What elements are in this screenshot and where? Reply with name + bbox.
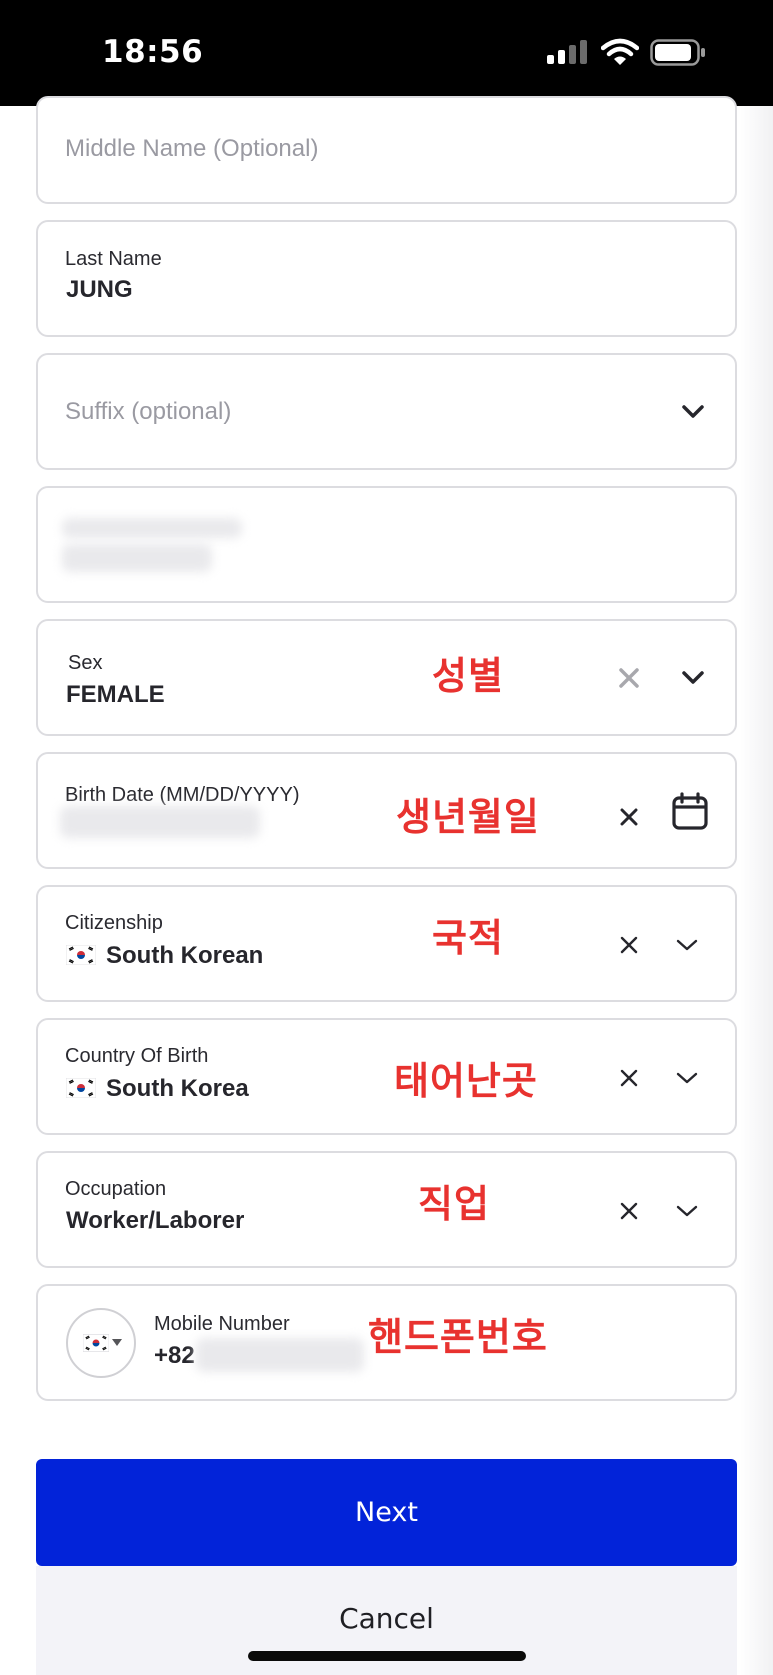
sex-annotation: 성별 xyxy=(432,654,504,698)
country-of-birth-annotation: 태어난곳 xyxy=(394,1059,538,1103)
sex-label: Sex xyxy=(68,652,103,674)
sex-dropdown[interactable]: Sex FEMALE 성별 xyxy=(36,619,737,736)
last-name-label: Last Name xyxy=(65,248,162,270)
home-indicator xyxy=(248,1651,526,1661)
citizenship-annotation: 국적 xyxy=(432,916,504,960)
country-of-birth-label: Country Of Birth xyxy=(65,1045,209,1067)
middle-name-field[interactable]: Middle Name (Optional) xyxy=(36,96,737,204)
close-icon[interactable] xyxy=(614,802,644,832)
close-icon[interactable] xyxy=(614,663,644,693)
next-button[interactable]: Next xyxy=(36,1459,737,1566)
citizenship-value: South Korean xyxy=(106,942,264,969)
passport-number-field[interactable] xyxy=(36,486,737,603)
caret-down-icon xyxy=(112,1339,122,1346)
redacted-phone-number xyxy=(196,1338,364,1372)
last-name-value: JUNG xyxy=(66,276,133,303)
citizenship-label: Citizenship xyxy=(65,912,163,934)
calendar-icon[interactable] xyxy=(670,792,710,832)
south-korea-flag-icon xyxy=(66,1077,96,1098)
chevron-down-icon[interactable] xyxy=(672,930,702,960)
close-icon[interactable] xyxy=(614,1063,644,1093)
redacted-value xyxy=(62,544,212,572)
occupation-annotation: 직업 xyxy=(418,1182,490,1226)
middle-name-placeholder: Middle Name (Optional) xyxy=(65,135,319,162)
suffix-placeholder: Suffix (optional) xyxy=(65,398,232,425)
suffix-dropdown[interactable]: Suffix (optional) xyxy=(36,353,737,470)
chevron-down-icon[interactable] xyxy=(678,663,708,693)
wifi-icon xyxy=(601,38,639,65)
cellular-signal-icon xyxy=(547,40,587,64)
south-korea-flag-icon xyxy=(66,944,96,965)
birth-date-field[interactable]: Birth Date (MM/DD/YYYY) 생년월일 xyxy=(36,752,737,869)
mobile-number-label: Mobile Number xyxy=(154,1313,290,1335)
country-of-birth-dropdown[interactable]: Country Of Birth South Korea 태어난곳 xyxy=(36,1018,737,1135)
last-name-field[interactable]: Last Name JUNG xyxy=(36,220,737,337)
redacted-label xyxy=(62,518,242,538)
chevron-down-icon[interactable] xyxy=(672,1196,702,1226)
scroll-edge-shadow xyxy=(740,106,773,1675)
status-time: 18:56 xyxy=(102,34,204,70)
mobile-number-field[interactable]: Mobile Number +82 핸드폰번호 xyxy=(36,1284,737,1401)
battery-icon xyxy=(650,39,705,66)
chevron-down-icon[interactable] xyxy=(678,397,708,427)
chevron-down-icon[interactable] xyxy=(672,1063,702,1093)
mobile-number-annotation: 핸드폰번호 xyxy=(368,1315,548,1359)
redacted-birth-date xyxy=(60,806,260,838)
sex-value: FEMALE xyxy=(66,681,165,708)
cancel-button[interactable]: Cancel xyxy=(36,1602,737,1635)
occupation-dropdown[interactable]: Occupation Worker/Laborer 직업 xyxy=(36,1151,737,1268)
birth-date-label: Birth Date (MM/DD/YYYY) xyxy=(65,784,300,806)
citizenship-value-row: South Korean xyxy=(66,942,263,970)
south-korea-flag-icon xyxy=(83,1334,109,1352)
citizenship-dropdown[interactable]: Citizenship South Korean 국적 xyxy=(36,885,737,1002)
occupation-label: Occupation xyxy=(65,1178,167,1200)
occupation-value: Worker/Laborer xyxy=(66,1207,245,1234)
status-bar: 18:56 xyxy=(0,0,773,106)
close-icon[interactable] xyxy=(614,1196,644,1226)
mobile-number-prefix: +82 xyxy=(154,1342,195,1369)
close-icon[interactable] xyxy=(614,930,644,960)
country-code-picker[interactable] xyxy=(66,1308,136,1378)
country-of-birth-value-row: South Korea xyxy=(66,1075,249,1103)
birth-date-annotation: 생년월일 xyxy=(396,795,540,839)
country-of-birth-value: South Korea xyxy=(106,1075,249,1102)
